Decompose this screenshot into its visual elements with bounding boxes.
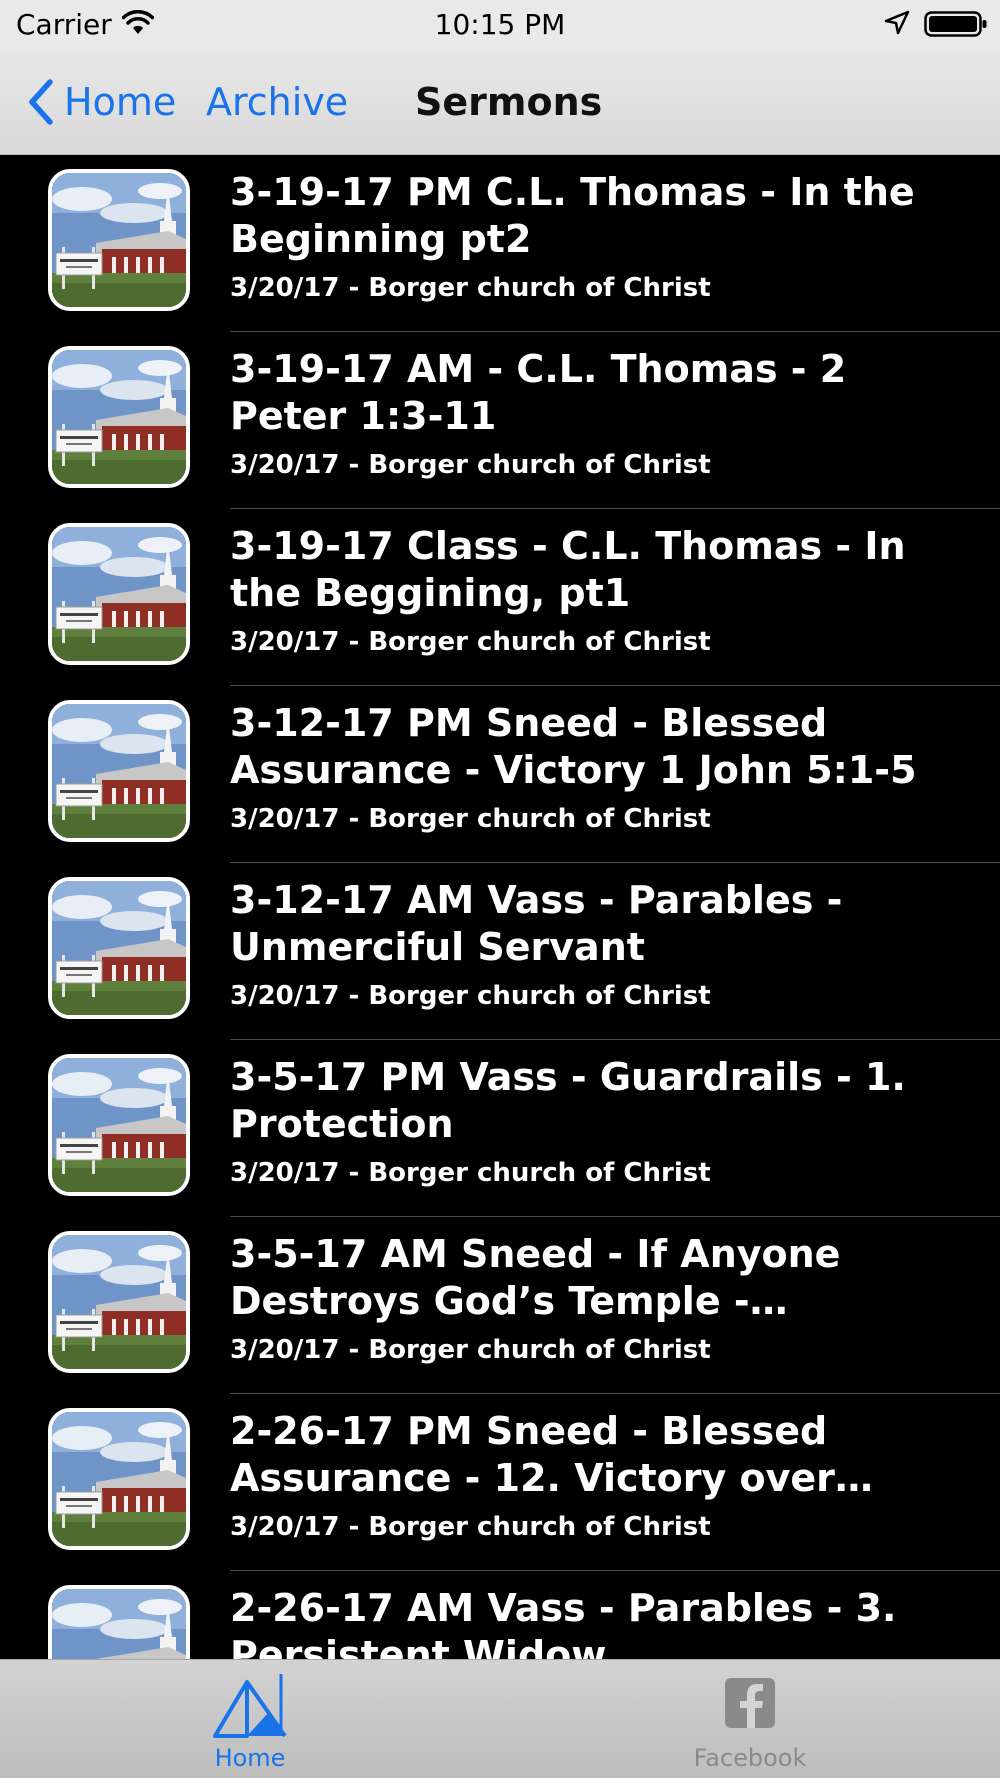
church-thumbnail (48, 1585, 190, 1659)
navigation-bar: Home Archive Sermons (0, 50, 1000, 155)
tab-facebook-label: Facebook (693, 1744, 807, 1772)
sermon-title: 3-5-17 PM Vass - Guardrails - 1. Protect… (230, 1055, 906, 1146)
tab-facebook[interactable]: Facebook (500, 1660, 1000, 1778)
sermon-subtitle: 3/20/17 - Borger church of Christ (230, 273, 711, 303)
sermon-row[interactable]: 3-12-17 PM Sneed - Blessed Assurance - V… (0, 686, 1000, 863)
sermon-row[interactable]: 2-26-17 AM Vass - Parables - 3. Persiste… (0, 1571, 1000, 1659)
tab-bar: Home Facebook (0, 1659, 1000, 1778)
sermon-title: 2-26-17 PM Sneed - Blessed Assurance - 1… (230, 1409, 835, 1500)
church-thumbnail (48, 1408, 190, 1550)
app-screen: Carrier 10:15 PM Home Archive Sermons 3-… (0, 0, 1000, 1778)
home-logo-icon (213, 1672, 287, 1742)
sermon-title: 3-19-17 AM - C.L. Thomas - 2 Peter 1:3-1… (230, 347, 847, 438)
page-title: Sermons (415, 80, 603, 124)
sermon-subtitle: 3/20/17 - Borger church of Christ (230, 627, 711, 657)
sermon-subtitle: 3/20/17 - Borger church of Christ (230, 1335, 711, 1365)
sermon-row[interactable]: 3-5-17 PM Vass - Guardrails - 1. Protect… (0, 1040, 1000, 1217)
church-thumbnail (48, 1231, 190, 1373)
sermon-title: 3-5-17 AM Sneed - If Anyone Destroys God… (230, 1232, 841, 1323)
sermon-title: 3-12-17 AM Vass - Parables - Unmerciful … (230, 878, 843, 969)
back-label: Home (64, 80, 177, 124)
sermon-subtitle: 3/20/17 - Borger church of Christ (230, 1158, 711, 1188)
status-bar: Carrier 10:15 PM (0, 0, 1000, 50)
status-time: 10:15 PM (434, 8, 566, 41)
church-thumbnail (48, 1054, 190, 1196)
church-thumbnail (48, 700, 190, 842)
battery-icon (924, 10, 988, 42)
sermon-list[interactable]: 3-19-17 PM C.L. Thomas - In the Beginnin… (0, 155, 1000, 1659)
sermon-subtitle: 3/20/17 - Borger church of Christ (230, 981, 711, 1011)
tab-home-label: Home (214, 1744, 286, 1772)
sermon-row[interactable]: 3-12-17 AM Vass - Parables - Unmerciful … (0, 863, 1000, 1040)
sermon-title: 2-26-17 AM Vass - Parables - 3. Persiste… (230, 1586, 897, 1659)
sermon-row[interactable]: 3-5-17 AM Sneed - If Anyone Destroys God… (0, 1217, 1000, 1394)
sermon-title: 3-19-17 PM C.L. Thomas - In the Beginnin… (230, 170, 915, 261)
sermon-subtitle: 3/20/17 - Borger church of Christ (230, 804, 711, 834)
archive-button[interactable]: Archive (206, 76, 348, 128)
sermon-subtitle: 3/20/17 - Borger church of Christ (230, 450, 711, 480)
sermon-title: 3-12-17 PM Sneed - Blessed Assurance - V… (230, 701, 917, 792)
church-thumbnail (48, 169, 190, 311)
sermon-row[interactable]: 3-19-17 AM - C.L. Thomas - 2 Peter 1:3-1… (0, 332, 1000, 509)
sermon-row[interactable]: 2-26-17 PM Sneed - Blessed Assurance - 1… (0, 1394, 1000, 1571)
sermon-subtitle: 3/20/17 - Borger church of Christ (230, 1512, 711, 1542)
facebook-icon (713, 1672, 787, 1742)
sermon-row[interactable]: 3-19-17 Class - C.L. Thomas - In the Beg… (0, 509, 1000, 686)
chevron-left-icon (29, 79, 53, 125)
tab-home[interactable]: Home (0, 1660, 500, 1778)
church-thumbnail (48, 877, 190, 1019)
church-thumbnail (48, 523, 190, 665)
location-icon (884, 10, 910, 40)
back-button[interactable]: Home (28, 76, 176, 128)
church-thumbnail (48, 346, 190, 488)
sermon-row[interactable]: 3-19-17 PM C.L. Thomas - In the Beginnin… (0, 155, 1000, 332)
sermon-title: 3-19-17 Class - C.L. Thomas - In the Beg… (230, 524, 906, 615)
